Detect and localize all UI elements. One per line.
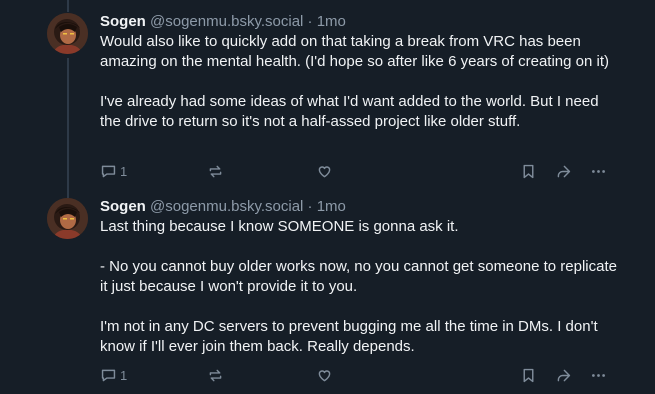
post-actions: 1 xyxy=(100,163,620,185)
heart-icon xyxy=(318,370,331,382)
bookmark-icon xyxy=(523,164,534,179)
avatar-image xyxy=(47,13,88,54)
speech-bubble-icon xyxy=(101,369,116,382)
post-actions: 1 xyxy=(100,367,620,389)
author-handle[interactable]: @sogenmu.bsky.social xyxy=(150,13,303,30)
ellipsis-icon xyxy=(592,170,605,173)
share-arrow-icon xyxy=(557,165,571,178)
post-paragraph: Last thing because I know SOMEONE is gon… xyxy=(100,218,459,235)
reply-count: 1 xyxy=(120,164,128,179)
repost-button[interactable] xyxy=(207,163,224,180)
repost-button[interactable] xyxy=(207,367,224,384)
like-button[interactable] xyxy=(316,367,333,384)
avatar-image xyxy=(47,198,88,239)
post-paragraph: I've already had some ideas of what I'd … xyxy=(100,93,603,130)
more-button[interactable] xyxy=(590,163,607,180)
post-text: Last thing because I know SOMEONE is gon… xyxy=(100,217,620,357)
speech-bubble-icon xyxy=(101,165,116,178)
post-time[interactable]: 1mo xyxy=(317,13,346,30)
post-header: Sogen @sogenmu.bsky.social · 1mo xyxy=(100,13,620,31)
author-name[interactable]: Sogen xyxy=(100,198,146,215)
reply-button[interactable]: 1 xyxy=(100,367,127,384)
post-1[interactable]: Sogen @sogenmu.bsky.social · 1mo Would a… xyxy=(0,0,655,190)
bookmark-button[interactable] xyxy=(520,367,537,384)
like-button[interactable] xyxy=(316,163,333,180)
reply-count: 1 xyxy=(120,368,128,383)
share-button[interactable] xyxy=(555,367,572,384)
post-paragraph: - No you cannot buy older works now, no … xyxy=(100,258,622,295)
repost-arrows-icon xyxy=(209,369,222,382)
avatar[interactable] xyxy=(47,198,88,239)
separator: · xyxy=(307,13,313,30)
author-name[interactable]: Sogen xyxy=(100,13,146,30)
share-arrow-icon xyxy=(557,369,571,382)
author-handle[interactable]: @sogenmu.bsky.social xyxy=(150,198,303,215)
bookmark-button[interactable] xyxy=(520,163,537,180)
post-paragraph: Would also like to quickly add on that t… xyxy=(100,33,609,70)
heart-icon xyxy=(318,166,331,178)
share-button[interactable] xyxy=(555,163,572,180)
repost-arrows-icon xyxy=(209,165,222,178)
separator: · xyxy=(307,198,313,215)
avatar[interactable] xyxy=(47,13,88,54)
ellipsis-icon xyxy=(592,374,605,377)
reply-button[interactable]: 1 xyxy=(100,163,127,180)
post-paragraph: I'm not in any DC servers to prevent bug… xyxy=(100,318,602,355)
post-2[interactable]: Sogen @sogenmu.bsky.social · 1mo Last th… xyxy=(0,190,655,394)
post-time[interactable]: 1mo xyxy=(317,198,346,215)
post-header: Sogen @sogenmu.bsky.social · 1mo xyxy=(100,198,620,216)
bookmark-icon xyxy=(523,368,534,383)
post-text: Would also like to quickly add on that t… xyxy=(100,32,620,132)
more-button[interactable] xyxy=(590,367,607,384)
